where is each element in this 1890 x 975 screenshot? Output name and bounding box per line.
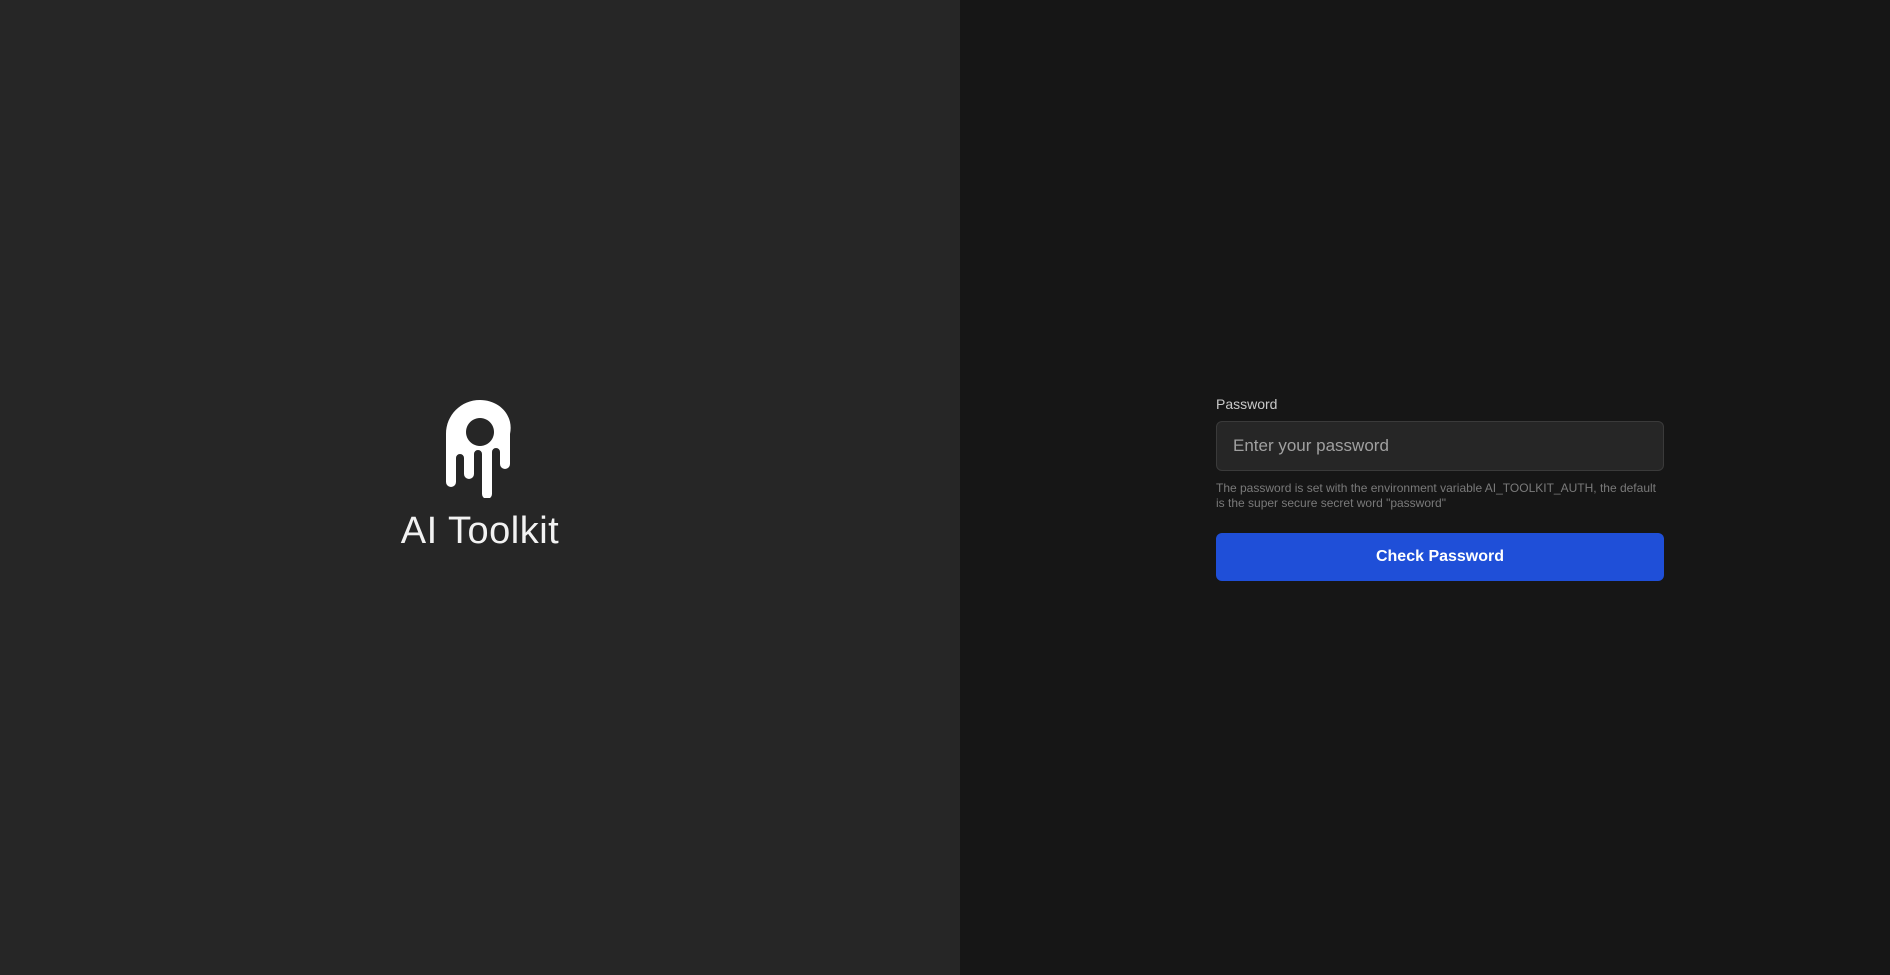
- login-page: AI Toolkit Password The password is set …: [0, 0, 1890, 975]
- password-input[interactable]: [1216, 421, 1664, 471]
- password-form: Password The password is set with the en…: [1216, 396, 1664, 581]
- check-password-button[interactable]: Check Password: [1216, 533, 1664, 581]
- password-label: Password: [1216, 396, 1278, 412]
- brand-panel: AI Toolkit: [0, 0, 960, 975]
- password-hint: The password is set with the environment…: [1216, 481, 1656, 510]
- droplet-ghost-logo-icon: [446, 400, 511, 498]
- brand: AI Toolkit: [0, 400, 960, 553]
- app-title: AI Toolkit: [400, 510, 560, 552]
- auth-panel: Password The password is set with the en…: [960, 0, 1890, 975]
